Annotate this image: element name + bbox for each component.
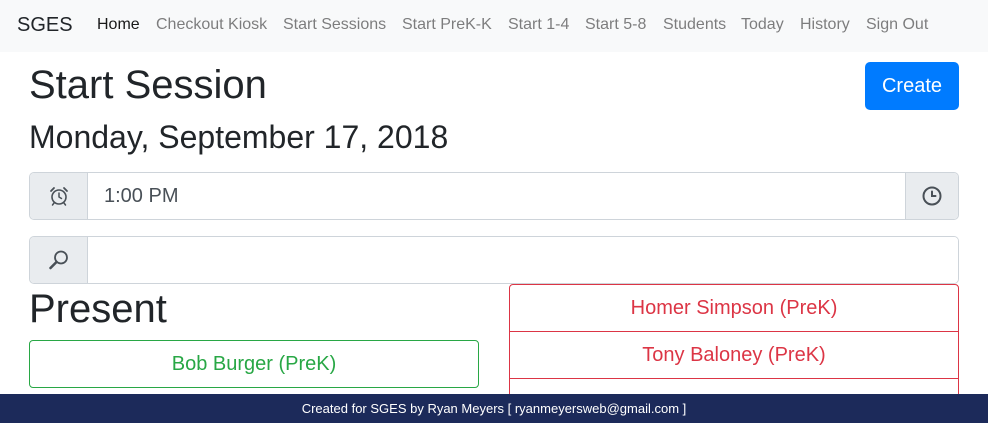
search-input-group (29, 236, 959, 284)
nav-start-1-4[interactable]: Start 1-4 (508, 15, 569, 35)
nav-students[interactable]: Students (663, 15, 726, 35)
session-date: Monday, September 17, 2018 (29, 119, 449, 155)
search-input[interactable] (88, 237, 958, 283)
absent-student-button[interactable]: Homer Simpson (PreK) (509, 284, 959, 332)
nav-checkout-kiosk[interactable]: Checkout Kiosk (156, 15, 267, 35)
absent-student-list: Homer Simpson (PreK) Tony Baloney (PreK) (509, 284, 959, 396)
brand-link[interactable]: SGES (17, 13, 73, 37)
present-student-button[interactable]: Bob Burger (PreK) (29, 340, 479, 388)
time-field[interactable] (88, 173, 905, 219)
page-title: Start Session (29, 63, 267, 107)
magnifier-icon (30, 237, 88, 283)
time-input-group (29, 172, 959, 220)
top-navbar: SGES Home Checkout Kiosk Start Sessions … (0, 0, 988, 52)
alarm-clock-icon (30, 173, 88, 219)
nav-start-prek-k[interactable]: Start PreK-K (402, 15, 492, 35)
nav-home[interactable]: Home (97, 15, 140, 35)
nav-start-sessions[interactable]: Start Sessions (283, 15, 386, 35)
present-heading: Present (29, 287, 167, 331)
absent-student-button[interactable]: Tony Baloney (PreK) (509, 331, 959, 379)
footer-text: Created for SGES by Ryan Meyers [ ryanme… (301, 401, 687, 416)
clock-icon[interactable] (905, 173, 958, 219)
nav-history[interactable]: History (800, 15, 850, 35)
nav-today[interactable]: Today (741, 15, 784, 35)
page-footer: Created for SGES by Ryan Meyers [ ryanme… (0, 394, 988, 423)
nav-start-5-8[interactable]: Start 5-8 (585, 15, 646, 35)
create-button[interactable]: Create (865, 62, 959, 110)
nav-sign-out[interactable]: Sign Out (866, 15, 928, 35)
